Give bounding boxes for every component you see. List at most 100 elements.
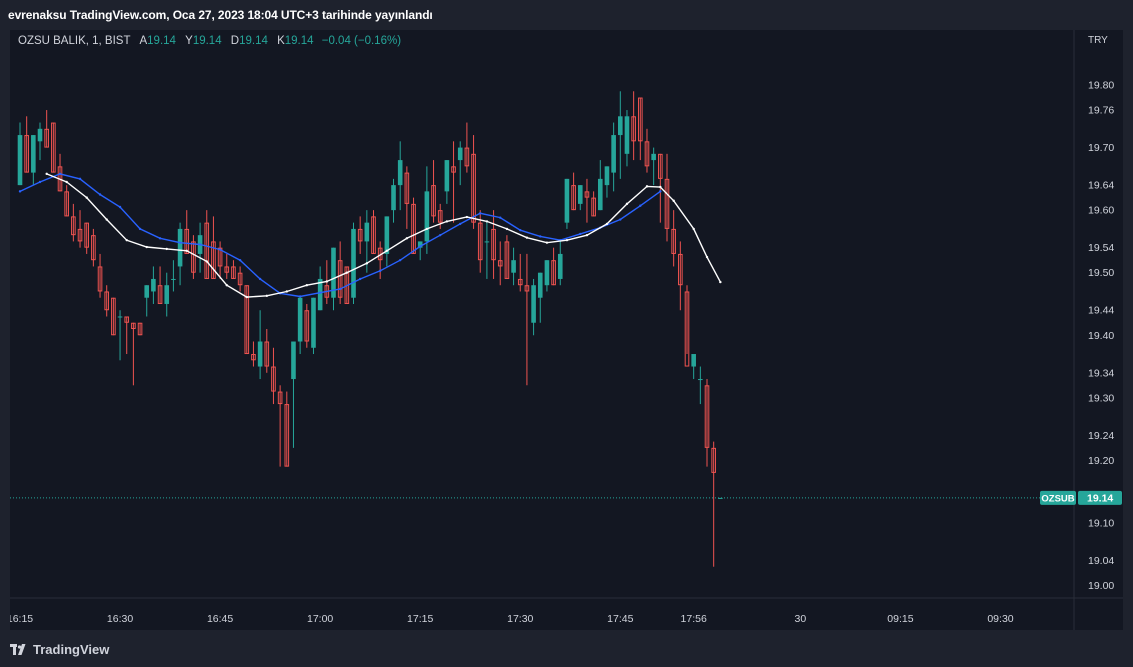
ma-point	[605, 222, 609, 226]
ma-point	[65, 180, 68, 184]
ma-point	[545, 241, 549, 244]
ma-point	[178, 241, 182, 244]
ma-point	[138, 227, 142, 231]
close-label: K	[277, 35, 285, 47]
ma-point	[398, 258, 402, 262]
candle-body	[691, 354, 696, 367]
candle-body	[297, 297, 303, 342]
time-tick: 17:30	[507, 613, 533, 625]
ma-point	[585, 233, 589, 237]
close-value: 19.14	[284, 35, 314, 47]
candle-body	[351, 228, 356, 298]
price-tick: 19.30	[1088, 392, 1114, 404]
ma-point	[705, 255, 709, 259]
candle-body	[577, 185, 583, 204]
symbol-legend: OZSU BALIK, 1, BIST A19.14 Y19.14 D19.14…	[18, 35, 401, 47]
candle-body	[618, 116, 623, 136]
ma-point	[285, 290, 288, 293]
ma-point	[45, 172, 48, 176]
ma-point	[425, 227, 429, 231]
ma-point	[565, 238, 569, 242]
ma-point	[338, 287, 342, 291]
ma-point	[118, 205, 122, 209]
candlestick-chart[interactable]: TRY 19.80 19.76 19.70 19.64 19.60 19.54 19.50 19…	[10, 30, 1123, 630]
open-value: 19.14	[147, 35, 176, 47]
candle-body	[17, 135, 23, 186]
price-tick: 19.76	[1088, 105, 1114, 117]
ma-point	[225, 284, 228, 287]
open-label: A	[139, 35, 148, 47]
candle-body	[597, 178, 603, 211]
ma-point	[125, 238, 128, 242]
price-tick: 19.20	[1088, 455, 1114, 467]
price-tick: 19.60	[1088, 205, 1114, 217]
ma-point	[445, 220, 449, 223]
ma-point	[499, 216, 502, 219]
ma-point	[365, 262, 369, 265]
candle-body	[291, 341, 296, 380]
candle-body	[537, 272, 543, 298]
ma-point	[405, 237, 409, 240]
ma-point	[325, 280, 329, 283]
price-tick: 19.50	[1088, 267, 1114, 279]
ma-point	[345, 271, 349, 274]
ma-point	[105, 218, 108, 221]
symbol-name[interactable]: OZSU BALIK, 1, BIST	[18, 35, 130, 47]
candle-body	[624, 116, 630, 154]
high-label: Y	[185, 35, 193, 47]
candle-body	[651, 153, 656, 161]
candle-body	[31, 135, 36, 173]
ma-point	[672, 199, 675, 202]
time-tick: 16:15	[10, 613, 33, 625]
ma-point	[218, 248, 222, 251]
chart-area[interactable]: TRY 19.80 19.76 19.70 19.64 19.60 19.54 19.50 19…	[10, 30, 1123, 630]
time-tick: 30	[795, 613, 807, 625]
candle-body	[117, 316, 123, 318]
ma-point	[525, 236, 529, 239]
candle-body	[151, 278, 156, 292]
ma-point	[145, 245, 148, 249]
candle-body	[164, 285, 170, 304]
price-tick: 19.10	[1088, 517, 1114, 529]
ma-point	[419, 245, 422, 248]
ma-point	[158, 237, 162, 240]
candle-body	[144, 285, 150, 298]
ma-point	[18, 190, 22, 193]
candle-body	[391, 185, 396, 211]
ma-point	[198, 243, 202, 246]
candle-body	[424, 191, 430, 242]
candle	[311, 297, 316, 355]
ma-point	[205, 260, 208, 263]
ma-point	[318, 291, 322, 294]
ma-point	[465, 215, 469, 219]
price-tick: 19.40	[1088, 330, 1114, 342]
time-tick: 16:30	[107, 613, 133, 625]
candle-body	[531, 285, 536, 323]
ma-point	[639, 204, 642, 207]
candle-body	[384, 216, 390, 254]
ma-point	[485, 220, 489, 223]
price-tick: 19.04	[1088, 555, 1114, 567]
time-tick: 09:30	[987, 613, 1013, 625]
price-tick: 19.80	[1088, 80, 1114, 92]
price-tick: 19.70	[1088, 142, 1114, 154]
candle-body	[557, 253, 563, 279]
ma-point	[85, 196, 88, 199]
candle	[351, 222, 356, 304]
candle-body	[484, 241, 490, 243]
ma-point	[659, 185, 662, 189]
ma-point	[719, 280, 722, 284]
candle-body	[564, 178, 570, 223]
ma-point	[238, 258, 242, 262]
ma-point	[358, 277, 362, 281]
candle-body	[544, 260, 550, 286]
time-tick: 17:45	[607, 613, 633, 625]
ma-point	[519, 228, 522, 232]
low-value: 19.14	[239, 35, 268, 47]
tradingview-brand: TradingView	[33, 642, 110, 657]
ma-point	[539, 235, 542, 238]
price-tick: 19.64	[1088, 180, 1114, 192]
candle	[564, 178, 570, 229]
ma-point	[98, 193, 102, 196]
tradingview-logo[interactable]: TradingView	[10, 642, 109, 657]
